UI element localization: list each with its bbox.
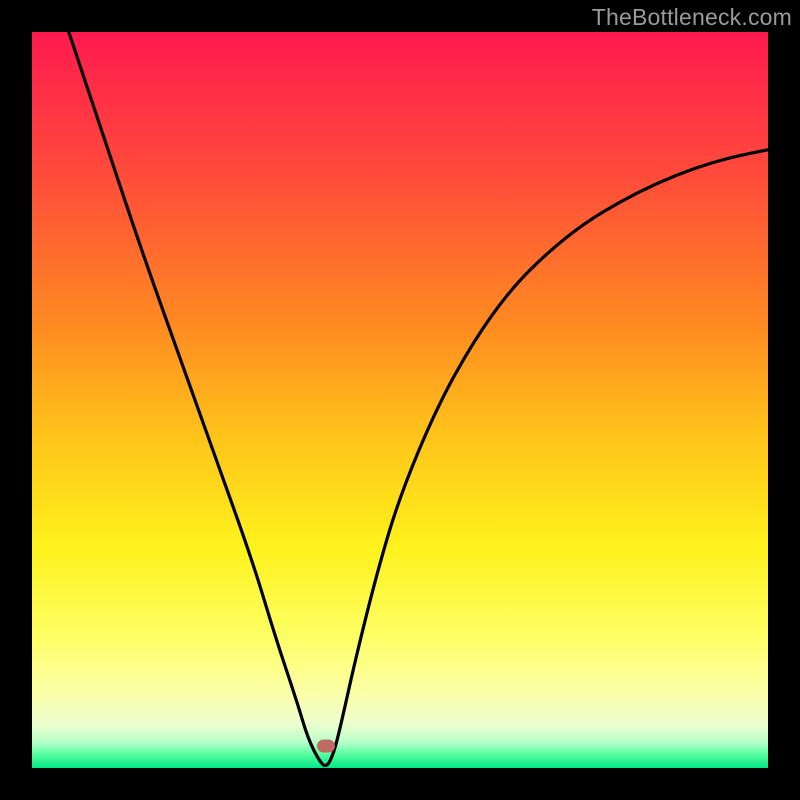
plot-area <box>32 32 768 768</box>
chart-frame: TheBottleneck.com <box>0 0 800 800</box>
watermark-text: TheBottleneck.com <box>592 4 792 31</box>
bottleneck-curve <box>32 32 768 768</box>
min-marker <box>317 739 335 752</box>
